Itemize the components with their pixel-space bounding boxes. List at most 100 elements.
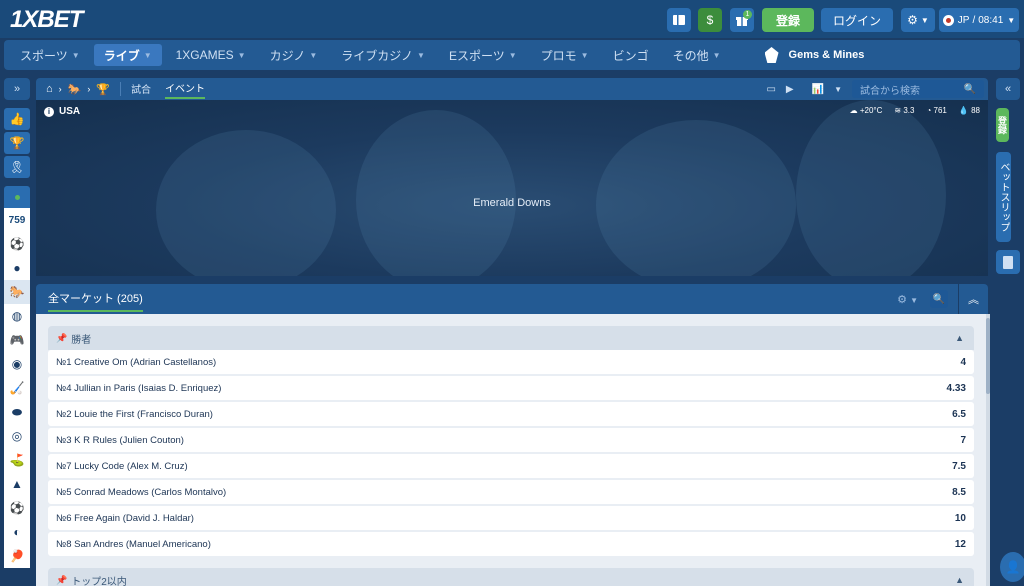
scrollbar-thumb[interactable] [986,318,990,394]
tab-events[interactable]: イベント [165,80,206,99]
horse-racing-icon[interactable]: 🐎 [68,83,82,96]
badminton-icon[interactable]: ▲ [4,472,30,496]
market-outcome-row[interactable]: №3 K R Rules (Julien Couton) 7 [48,428,974,452]
login-button[interactable]: ログイン [821,8,893,32]
trophy-button[interactable]: 🏆 [4,132,30,154]
event-search-input[interactable]: 試合から検索 🔍 [852,80,984,98]
outcome-name: №5 Conrad Meadows (Carlos Montalvo) [56,486,227,498]
all-markets-tab[interactable]: 全マーケット (205) [48,290,143,312]
ribbon-button[interactable]: 🎗 [4,156,30,178]
collapse-markets-button[interactable]: ︽ [958,284,988,314]
betslip-button[interactable]: ベットスリップ [996,152,1011,242]
nav-item-0[interactable]: スポーツ ▼ [10,44,90,66]
golf-icon[interactable]: ⛳ [4,448,30,472]
market-outcome-row[interactable]: №1 Creative Om (Adrian Castellanos) 4 [48,350,974,374]
top-header: 1XBET $ 1 登録 ログイン ⚙ ▼ JP / 08:41 ▼ [0,0,1024,38]
pressure-gauge-icon: ◔ [926,106,932,115]
outcome-odds[interactable]: 10 [955,513,966,524]
stats-chart-icon[interactable]: 📊 [812,84,824,95]
promo-icon-button[interactable] [667,8,691,32]
chevron-up-icon: ▲ [955,575,964,585]
outcome-odds[interactable]: 7.5 [952,461,966,472]
gift-button[interactable]: 1 [730,8,754,32]
hockey-puck-icon[interactable]: ⬬ [4,400,30,424]
pin-icon[interactable]: 📌 [56,575,67,586]
outcome-odds[interactable]: 4 [960,357,966,368]
nav-item-label: Eスポーツ [448,48,505,63]
outcome-odds[interactable]: 8.5 [952,487,966,498]
nav-item-7[interactable]: ビンゴ [603,44,659,66]
live-indicator[interactable] [4,186,30,208]
outcome-odds[interactable]: 4.33 [947,383,966,394]
register-side-button[interactable]: 登録 [996,108,1009,142]
nav-item-label: 1XGAMES [175,48,234,62]
horse-racing-icon[interactable]: 🐎 [4,280,30,304]
table-tennis-icon[interactable]: 🏓 [4,544,30,568]
basketball-icon[interactable]: ◍ [4,304,30,328]
market-group-header[interactable]: 📌 トップ2以内 ▲ [48,568,974,586]
esports-gamepad-icon[interactable]: 🎮 [4,328,30,352]
register-button[interactable]: 登録 [762,8,814,32]
settings-button[interactable]: ⚙ ▼ [901,8,935,32]
outcome-name: №2 Louie the First (Francisco Duran) [56,408,213,420]
trophy-icon[interactable]: 🏆 [96,83,110,96]
search-icon: 🔍 [932,293,946,305]
event-tools: ▭ ▶ 📊 ▼ 試合から検索 🔍 [766,80,988,98]
double-chevron-right-icon: » [13,83,21,95]
live-event-count[interactable]: 759 [4,208,30,232]
nav-item-label: カジノ [269,48,306,63]
event-country: i USA [44,106,80,117]
market-outcome-row[interactable]: №7 Lucky Code (Alex M. Cruz) 7.5 [48,454,974,478]
nav-item-label: スポーツ [20,48,68,63]
gift-badge: 1 [743,10,752,19]
collapse-right-sidebar-button[interactable]: « [996,78,1020,100]
chevron-down-icon: ▼ [834,84,842,94]
outcome-odds[interactable]: 6.5 [952,409,966,420]
pin-icon[interactable]: 📌 [56,333,67,344]
wind: ≋ 3.3 [894,106,914,115]
soccer-ball-icon[interactable]: ⚽ [4,496,30,520]
deposit-button[interactable]: $ [698,8,722,32]
market-outcome-row[interactable]: №4 Jullian in Paris (Isaias D. Enriquez)… [48,376,974,400]
nav-item-4[interactable]: ライブカジノ ▼ [331,44,435,66]
tennis-icon[interactable]: ● [4,256,30,280]
football-icon[interactable]: ⚽ [4,232,30,256]
nav-item-1[interactable]: ライブ ▼ [93,44,162,66]
tablet-view-icon[interactable]: ▭ [766,84,775,95]
gems-mines-link[interactable]: Gems & Mines [764,47,864,63]
volleyball-icon[interactable]: ◉ [4,352,30,376]
market-group-header[interactable]: 📌 勝者 ▲ [48,326,974,350]
outcome-odds[interactable]: 12 [955,539,966,550]
markets-scrollbar[interactable] [986,314,990,586]
nav-item-3[interactable]: カジノ ▼ [260,44,328,66]
video-play-icon[interactable]: ▶ [786,84,794,95]
info-icon[interactable]: i [44,106,54,117]
nav-item-5[interactable]: Eスポーツ ▼ [439,44,527,66]
tab-match[interactable]: 試合 [131,81,151,98]
market-outcome-row[interactable]: №8 San Andres (Manuel Americano) 12 [48,532,974,556]
favorites-button[interactable]: 👍 [4,108,30,130]
banner-background-shape [356,110,516,276]
history-button[interactable] [996,250,1020,274]
hockey-icon[interactable]: 🏑 [4,376,30,400]
expand-sidebar-button[interactable]: » [4,78,30,100]
outcome-odds[interactable]: 7 [960,435,966,446]
live-dot-icon [14,194,20,200]
nav-item-2[interactable]: 1XGAMES ▼ [166,44,256,66]
chevron-up-icon: ▲ [955,333,964,343]
brand-logo[interactable]: 1XBET [10,6,83,34]
market-search-button[interactable]: 🔍 [930,290,948,308]
market-settings-button[interactable]: ⚙ ▼ [897,293,918,306]
nav-item-6[interactable]: プロモ ▼ [531,44,599,66]
nav-item-8[interactable]: その他 ▼ [663,44,731,66]
outcome-name: №3 K R Rules (Julien Couton) [56,434,184,446]
market-outcome-row[interactable]: №5 Conrad Meadows (Carlos Montalvo) 8.5 [48,480,974,504]
market-outcome-row[interactable]: №2 Louie the First (Francisco Duran) 6.5 [48,402,974,426]
language-time-selector[interactable]: JP / 08:41 ▼ [939,8,1019,32]
home-icon[interactable]: ⌂ [46,83,53,95]
water-drop-icon: 💧 [958,106,969,115]
billiards-icon[interactable]: ◐ [4,520,30,544]
support-chat-button[interactable]: 👤 [1000,552,1024,582]
handball-icon[interactable]: ◎ [4,424,30,448]
market-outcome-row[interactable]: №6 Free Again (David J. Haldar) 10 [48,506,974,530]
